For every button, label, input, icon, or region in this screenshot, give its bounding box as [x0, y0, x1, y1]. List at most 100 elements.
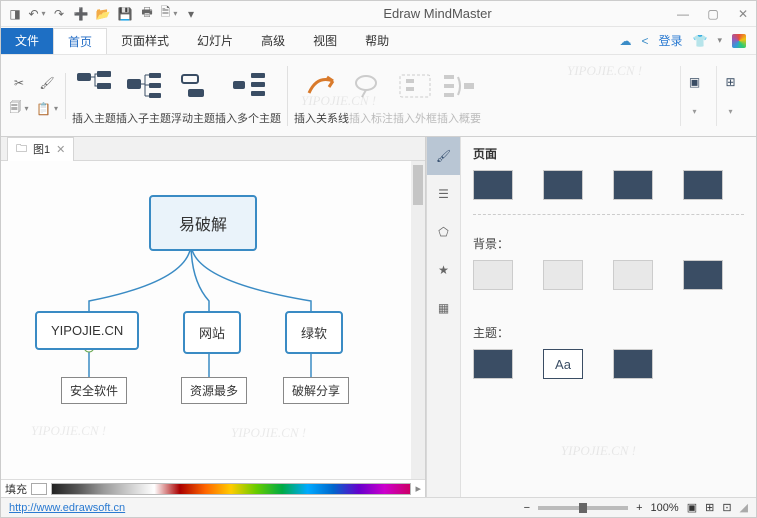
- export-button[interactable]: 🗎: [161, 6, 177, 22]
- layout-opt-2[interactable]: [543, 170, 583, 200]
- mindmap-leaf-3[interactable]: 破解分享: [283, 377, 349, 404]
- minimize-button[interactable]: —: [676, 7, 690, 21]
- insert-relation-button[interactable]: 插入关系线: [294, 66, 349, 126]
- insert-label-button[interactable]: 插入标注: [349, 66, 393, 126]
- mindmap-leaf-2[interactable]: 资源最多: [181, 377, 247, 404]
- tab-help[interactable]: 帮助: [351, 28, 403, 54]
- insert-multi-label: 插入多个主题: [215, 110, 281, 126]
- cloud-icon[interactable]: ☁: [619, 34, 631, 48]
- zoom-slider[interactable]: [538, 506, 628, 510]
- scrollbar-vertical[interactable]: ▴: [411, 161, 425, 479]
- tab-home[interactable]: 首页: [53, 28, 107, 54]
- layout-grid: [473, 170, 744, 215]
- fill-label: 填充: [5, 481, 27, 497]
- statusbar: http://www.edrawsoft.cn − + 100% ▣ ⊞ ⊡ ◢: [1, 497, 756, 517]
- clipboard-group: ✂ 🖌 🗐 📋: [9, 73, 66, 119]
- ribbon-tool-1[interactable]: ▣: [689, 75, 700, 89]
- document-tabstrip: 🗀 图1 ✕: [1, 137, 425, 161]
- document-tab-icon: 🗀: [16, 140, 27, 159]
- paste-button[interactable]: 📋: [37, 99, 57, 119]
- insert-boundary-button[interactable]: 插入外框: [393, 66, 437, 126]
- side-toolstrip: 🖌 ☰ ⬠ ★ ▦: [427, 137, 461, 497]
- view-mode-1[interactable]: ▣: [687, 501, 697, 514]
- palette-more[interactable]: ▸: [415, 482, 421, 495]
- tshirt-icon[interactable]: 👕: [693, 34, 708, 48]
- layout-opt-3[interactable]: [613, 170, 653, 200]
- bg-opt-4[interactable]: [683, 260, 723, 290]
- theme-opt-3[interactable]: [613, 349, 653, 379]
- insert-summary-button[interactable]: 插入概要: [437, 66, 481, 126]
- dropdown-icon[interactable]: ▾: [717, 35, 722, 46]
- document-tab[interactable]: 🗀 图1 ✕: [7, 137, 74, 161]
- canvas-region: 🗀 图1 ✕ - - - - 易破解: [1, 137, 426, 497]
- close-button[interactable]: ✕: [736, 7, 750, 21]
- undo-button[interactable]: ↶: [29, 6, 45, 22]
- theme-opt-2[interactable]: Aa: [543, 349, 583, 379]
- bg-opt-3[interactable]: [613, 260, 653, 290]
- side-tool-list[interactable]: ☰: [427, 175, 460, 213]
- mindmap-child-3[interactable]: 绿软: [285, 311, 343, 354]
- new-button[interactable]: ➕: [73, 6, 89, 22]
- qat-logo-icon[interactable]: ◨: [7, 6, 23, 22]
- ribbon-tool-2[interactable]: ⊞: [725, 75, 735, 89]
- maximize-button[interactable]: ▢: [706, 7, 720, 21]
- fill-row: 填充 ▸: [1, 479, 425, 497]
- document-tab-close[interactable]: ✕: [56, 143, 65, 156]
- insert-topic-button[interactable]: 插入主题: [72, 66, 116, 126]
- resize-grip-icon[interactable]: ◢: [740, 501, 748, 514]
- print-button[interactable]: 🖶: [139, 6, 155, 22]
- theme-grid: Aa: [473, 349, 744, 393]
- tab-slide[interactable]: 幻灯片: [183, 28, 247, 54]
- login-link[interactable]: 登录: [659, 32, 683, 49]
- share-icon[interactable]: <: [641, 34, 648, 48]
- background-grid: [473, 260, 744, 304]
- qat-customize-icon[interactable]: ▾: [183, 6, 199, 22]
- redo-button[interactable]: ↷: [51, 6, 67, 22]
- menubar: 文件 首页 页面样式 幻灯片 高级 视图 帮助 ☁ < 登录 👕 ▾: [1, 27, 756, 55]
- ribbon-end-tools: ▣▾ ⊞▾: [680, 66, 748, 126]
- side-tool-shape[interactable]: ⬠: [427, 213, 460, 251]
- side-tool-star[interactable]: ★: [427, 251, 460, 289]
- window-controls: — ▢ ✕: [676, 7, 750, 21]
- side-tool-brush[interactable]: 🖌: [427, 137, 460, 175]
- side-tool-calendar[interactable]: ▦: [427, 289, 460, 327]
- fill-swatch[interactable]: [31, 483, 47, 495]
- cut-button[interactable]: ✂: [9, 73, 29, 93]
- zoom-out-button[interactable]: −: [524, 502, 530, 514]
- format-painter-button[interactable]: 🖌: [37, 73, 57, 93]
- panel-body: 页面 背景： 主题： Aa YIPOJIE.CN !: [461, 137, 756, 497]
- mindmap-child-1[interactable]: YIPOJIE.CN: [35, 311, 139, 350]
- canvas[interactable]: - - - - 易破解 YIPOJIE.CN 网站 绿软 安全软件 资源最多 破…: [1, 161, 425, 479]
- zoom-in-button[interactable]: +: [636, 502, 642, 514]
- mindmap-child-2[interactable]: 网站: [183, 311, 241, 354]
- theme-opt-1[interactable]: [473, 349, 513, 379]
- titlebar: ◨ ↶ ↷ ➕ 📂 💾 🖶 🗎 ▾ Edraw MindMaster — ▢ ✕: [1, 1, 756, 27]
- separator: [287, 66, 288, 126]
- insert-label-label: 插入标注: [349, 110, 393, 126]
- mindmap-root[interactable]: 易破解: [149, 195, 257, 251]
- app-title: Edraw MindMaster: [199, 6, 676, 21]
- bg-opt-1[interactable]: [473, 260, 513, 290]
- insert-subtopic-button[interactable]: 插入子主题: [116, 66, 171, 126]
- insert-multi-button[interactable]: 插入多个主题: [215, 66, 281, 126]
- bg-opt-2[interactable]: [543, 260, 583, 290]
- bg-label: 背景：: [473, 235, 744, 252]
- quick-access-toolbar: ◨ ↶ ↷ ➕ 📂 💾 🖶 🗎 ▾: [7, 6, 199, 22]
- insert-boundary-label: 插入外框: [393, 110, 437, 126]
- status-url[interactable]: http://www.edrawsoft.cn: [9, 502, 125, 514]
- view-mode-3[interactable]: ⊡: [722, 501, 731, 514]
- tab-view[interactable]: 视图: [299, 28, 351, 54]
- file-menu[interactable]: 文件: [1, 28, 53, 54]
- copy-button[interactable]: 🗐: [9, 99, 29, 119]
- floating-topic-button[interactable]: 浮动主题: [171, 66, 215, 126]
- save-button[interactable]: 💾: [117, 6, 133, 22]
- view-mode-2[interactable]: ⊞: [705, 501, 714, 514]
- color-palette[interactable]: [51, 483, 411, 495]
- ribbon: ✂ 🖌 🗐 📋 插入主题 插入子主题 浮动主题 插入多个主题 插入关系线 插入标…: [1, 55, 756, 137]
- open-button[interactable]: 📂: [95, 6, 111, 22]
- layout-opt-1[interactable]: [473, 170, 513, 200]
- mindmap-leaf-1[interactable]: 安全软件: [61, 377, 127, 404]
- tab-advanced[interactable]: 高级: [247, 28, 299, 54]
- layout-opt-4[interactable]: [683, 170, 723, 200]
- tab-page-style[interactable]: 页面样式: [107, 28, 183, 54]
